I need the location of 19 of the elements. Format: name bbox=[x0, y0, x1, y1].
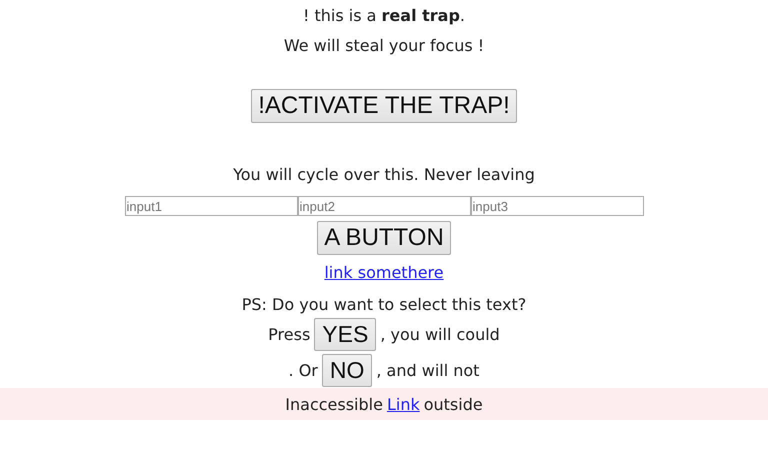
footer-text: Inaccessible bbox=[285, 394, 383, 414]
instruction-text: You will cycle over this. Never leaving bbox=[233, 164, 535, 184]
input-field[interactable]: input3 bbox=[470, 196, 644, 216]
choice-text: Press bbox=[268, 325, 310, 344]
choice-button[interactable]: YES bbox=[314, 318, 376, 351]
trap-button[interactable]: !ACTIVATE THE TRAP! bbox=[251, 89, 517, 123]
choice-text: . Or bbox=[288, 361, 318, 380]
choice-text: , you will could bbox=[380, 325, 500, 344]
footer-link[interactable]: Link bbox=[386, 394, 420, 414]
footer-text: outside bbox=[424, 394, 483, 414]
intro-text: We will steal your focus ! bbox=[284, 36, 484, 54]
choice-button[interactable]: NO bbox=[322, 354, 372, 387]
input-field[interactable]: input1 bbox=[124, 196, 298, 216]
question-text: PS: Do you want to select this text? bbox=[242, 294, 526, 314]
link[interactable]: link somethere bbox=[324, 262, 444, 282]
choice-text: , and will not bbox=[376, 361, 480, 380]
intro-text: ! this is a real trap. bbox=[302, 6, 466, 24]
input-field[interactable]: input2 bbox=[298, 196, 470, 216]
main-button[interactable]: A BUTTON bbox=[317, 221, 451, 255]
